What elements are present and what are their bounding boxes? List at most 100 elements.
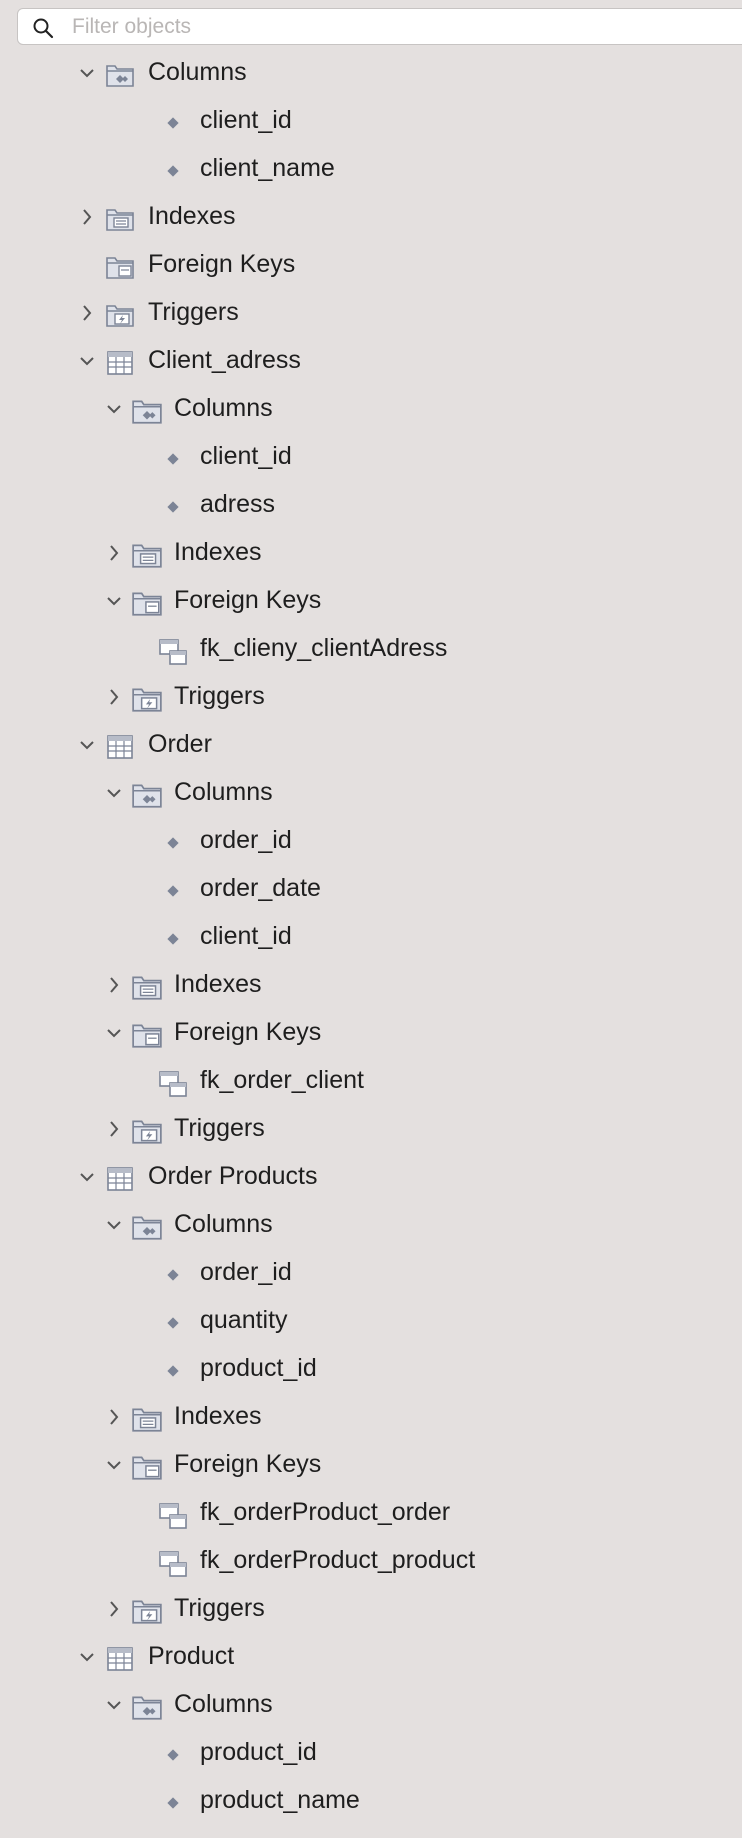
column-diamond-icon bbox=[167, 1797, 179, 1809]
tree-node-triggers[interactable]: Triggers bbox=[0, 1105, 742, 1153]
tree-node-column[interactable]: product_id bbox=[0, 1345, 742, 1393]
column-diamond-icon bbox=[167, 1269, 179, 1281]
tree-node-indexes[interactable]: Indexes bbox=[0, 1393, 742, 1441]
chevron-down-icon[interactable] bbox=[79, 1167, 95, 1187]
tree-node-column[interactable]: order_id bbox=[0, 817, 742, 865]
columns-folder-icon bbox=[106, 65, 134, 87]
tree-node-column[interactable]: client_id bbox=[0, 913, 742, 961]
tree-node-triggers[interactable]: Triggers bbox=[0, 289, 742, 337]
tree-node-foreign-key[interactable]: fk_order_client bbox=[0, 1057, 742, 1105]
tree-node-label: Indexes bbox=[148, 202, 236, 230]
tree-node-label: Triggers bbox=[174, 1594, 265, 1622]
foreign-key-icon bbox=[159, 1503, 187, 1529]
tree-node-table[interactable]: Order bbox=[0, 721, 742, 769]
tree-node-columns[interactable]: Columns bbox=[0, 385, 742, 433]
chevron-down-icon[interactable] bbox=[79, 351, 95, 371]
tree-node-table[interactable]: Order Products bbox=[0, 1153, 742, 1201]
chevron-right-icon[interactable] bbox=[106, 687, 122, 707]
chevron-down-icon[interactable] bbox=[106, 1695, 122, 1715]
table-icon bbox=[107, 351, 133, 375]
tree-node-label: fk_orderProduct_order bbox=[200, 1498, 451, 1526]
tree-node-label: Triggers bbox=[174, 682, 265, 710]
tree-node-label: Foreign Keys bbox=[148, 250, 296, 278]
chevron-right-icon[interactable] bbox=[106, 543, 122, 563]
chevron-right-icon[interactable] bbox=[106, 1119, 122, 1139]
tree-node-label: client_id bbox=[200, 106, 292, 134]
column-diamond-icon bbox=[167, 1317, 179, 1329]
chevron-down-icon[interactable] bbox=[106, 783, 122, 803]
tree-node-label: Client_adress bbox=[148, 346, 301, 374]
tree-node-label: fk_clieny_clientAdress bbox=[200, 634, 448, 662]
table-icon bbox=[107, 735, 133, 759]
chevron-down-icon[interactable] bbox=[106, 399, 122, 419]
tree-node-label: Columns bbox=[174, 1210, 273, 1238]
triggers-folder-icon bbox=[132, 1120, 162, 1144]
chevron-right-icon[interactable] bbox=[79, 207, 95, 227]
tree-node-column[interactable]: order_id bbox=[0, 1249, 742, 1297]
tree-node-label: fk_orderProduct_product bbox=[200, 1546, 476, 1574]
tree-node-foreign-keys[interactable]: Foreign Keys bbox=[0, 1009, 742, 1057]
chevron-down-icon[interactable] bbox=[79, 735, 95, 755]
tree-node-column[interactable]: adress bbox=[0, 481, 742, 529]
filter-search-box[interactable] bbox=[17, 8, 742, 45]
tree-node-column[interactable]: client_name bbox=[0, 145, 742, 193]
tree-node-column[interactable]: quantity bbox=[0, 1297, 742, 1345]
tree-node-columns[interactable]: Columns bbox=[0, 49, 742, 97]
column-diamond-icon bbox=[167, 837, 179, 849]
indexes-folder-icon bbox=[132, 1408, 162, 1432]
chevron-down-icon[interactable] bbox=[106, 1023, 122, 1043]
tree-node-columns[interactable]: Columns bbox=[0, 1201, 742, 1249]
chevron-right-icon[interactable] bbox=[79, 303, 95, 323]
tree-node-foreign-keys[interactable]: Foreign Keys bbox=[0, 241, 742, 289]
schema-tree: Columns client_id client_name Indexes Fo… bbox=[0, 49, 742, 1825]
indexes-folder-icon bbox=[106, 209, 134, 231]
tree-node-foreign-key[interactable]: fk_orderProduct_order bbox=[0, 1489, 742, 1537]
tree-node-label: Foreign Keys bbox=[174, 1018, 322, 1046]
foreign-keys-folder-icon bbox=[132, 592, 162, 616]
indexes-folder-icon bbox=[132, 544, 162, 568]
tree-node-foreign-key[interactable]: fk_clieny_clientAdress bbox=[0, 625, 742, 673]
tree-node-foreign-keys[interactable]: Foreign Keys bbox=[0, 577, 742, 625]
tree-node-triggers[interactable]: Triggers bbox=[0, 1585, 742, 1633]
tree-node-column[interactable]: product_id bbox=[0, 1729, 742, 1777]
triggers-folder-icon bbox=[132, 688, 162, 712]
tree-node-table[interactable]: Product bbox=[0, 1633, 742, 1681]
tree-node-column[interactable]: order_date bbox=[0, 865, 742, 913]
chevron-down-icon[interactable] bbox=[79, 1647, 95, 1667]
chevron-right-icon[interactable] bbox=[106, 975, 122, 995]
chevron-right-icon[interactable] bbox=[106, 1407, 122, 1427]
tree-node-label: product_id bbox=[200, 1738, 317, 1766]
chevron-down-icon[interactable] bbox=[106, 1455, 122, 1475]
filter-objects-input[interactable] bbox=[72, 11, 672, 42]
tree-node-column[interactable]: client_id bbox=[0, 97, 742, 145]
tree-node-column[interactable]: client_id bbox=[0, 433, 742, 481]
tree-node-indexes[interactable]: Indexes bbox=[0, 193, 742, 241]
tree-node-triggers[interactable]: Triggers bbox=[0, 673, 742, 721]
tree-node-foreign-keys[interactable]: Foreign Keys bbox=[0, 1441, 742, 1489]
tree-node-label: product_name bbox=[200, 1786, 360, 1814]
chevron-right-icon[interactable] bbox=[106, 1599, 122, 1619]
column-diamond-icon bbox=[167, 165, 179, 177]
tree-node-foreign-key[interactable]: fk_orderProduct_product bbox=[0, 1537, 742, 1585]
tree-node-column[interactable]: product_name bbox=[0, 1777, 742, 1825]
tree-node-indexes[interactable]: Indexes bbox=[0, 529, 742, 577]
foreign-keys-folder-icon bbox=[106, 257, 134, 279]
chevron-down-icon[interactable] bbox=[106, 1215, 122, 1235]
tree-node-label: client_id bbox=[200, 442, 292, 470]
tree-node-indexes[interactable]: Indexes bbox=[0, 961, 742, 1009]
columns-folder-icon bbox=[132, 400, 162, 424]
table-icon bbox=[107, 1647, 133, 1671]
column-diamond-icon bbox=[167, 933, 179, 945]
tree-node-columns[interactable]: Columns bbox=[0, 1681, 742, 1729]
tree-node-label: Columns bbox=[174, 1690, 273, 1718]
chevron-down-icon[interactable] bbox=[106, 591, 122, 611]
tree-node-table[interactable]: Client_adress bbox=[0, 337, 742, 385]
column-diamond-icon bbox=[167, 453, 179, 465]
column-diamond-icon bbox=[167, 1365, 179, 1377]
tree-node-label: product_id bbox=[200, 1354, 317, 1382]
chevron-down-icon[interactable] bbox=[79, 63, 95, 83]
tree-node-label: order_id bbox=[200, 826, 292, 854]
tree-node-label: quantity bbox=[200, 1306, 288, 1334]
tree-node-columns[interactable]: Columns bbox=[0, 769, 742, 817]
tree-node-label: Columns bbox=[174, 778, 273, 806]
